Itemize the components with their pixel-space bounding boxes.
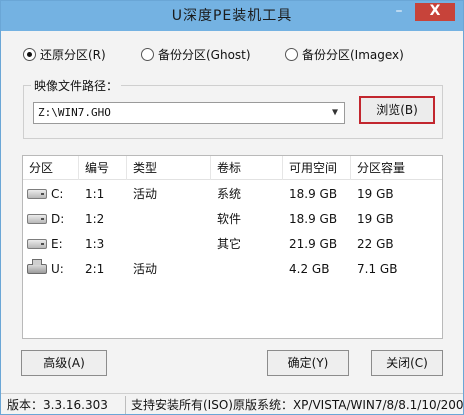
column-header-label[interactable]: 卷标 [211,156,283,180]
version-text: 版本：3.3.16.303 [7,398,108,412]
radio-label: 备份分区(Ghost) [158,47,251,62]
column-header-type[interactable]: 类型 [127,156,211,180]
partition-type [127,207,133,231]
table-row[interactable]: D: 1:2 软件 18.9 GB 19 GB [23,207,442,231]
image-path-label: 映像文件路径： [31,77,122,94]
table-row[interactable]: E: 1:3 其它 21.9 GB 22 GB [23,232,442,256]
close-window-button[interactable]: X [415,3,455,21]
partition-cell: D: [23,207,79,231]
column-header-number[interactable]: 编号 [79,156,127,180]
partition-letter: C: [51,187,64,201]
pe-installer-window: U深度PE装机工具 – X 还原分区(R) 备份分区(Ghost) 备份分区(I… [0,0,464,415]
partition-table: 分区 编号 类型 卷标 可用空间 分区容量 C: 1:1 活动 系统 18.9 … [22,155,443,339]
partition-type [127,232,133,256]
column-header-free-space[interactable]: 可用空间 [283,156,351,180]
partition-number: 1:2 [85,212,105,226]
status-divider [125,396,126,414]
radio-restore-partition[interactable]: 还原分区(R) [23,43,106,65]
partition-free-space: 18.9 GB [289,187,338,201]
radio-label: 还原分区(R) [40,47,106,62]
image-path-value: Z:\WIN7.GHO [38,106,111,119]
radio-button[interactable] [285,47,298,61]
partition-free-space: 18.9 GB [289,212,338,226]
partition-letter: E: [51,237,63,251]
column-header-partition[interactable]: 分区 [23,156,79,180]
partition-volume-label: 系统 [217,187,242,201]
table-row[interactable]: C: 1:1 活动 系统 18.9 GB 19 GB [23,182,442,206]
partition-letter: D: [51,212,65,226]
partition-number: 1:3 [85,237,105,251]
support-text: 支持安装所有(ISO)原版系统：XP/VISTA/WIN7/8/8.1/10/2… [131,398,463,412]
radio-button[interactable] [141,47,154,61]
hard-drive-icon [27,239,47,249]
radio-backup-imagex[interactable]: 备份分区(Imagex) [285,43,404,65]
status-bar: 版本：3.3.16.303 支持安装所有(ISO)原版系统：XP/VISTA/W… [1,393,463,414]
column-header-capacity[interactable]: 分区容量 [351,156,442,180]
partition-number: 2:1 [85,262,105,276]
partition-cell: U: [23,257,79,281]
hard-drive-icon [27,214,47,224]
partition-capacity: 19 GB [357,187,394,201]
hard-drive-icon [27,189,47,199]
partition-volume-label: 其它 [217,237,242,251]
radio-label: 备份分区(Imagex) [302,47,404,62]
table-row[interactable]: U: 2:1 活动 4.2 GB 7.1 GB [23,257,442,281]
image-path-select[interactable]: Z:\WIN7.GHO ▼ [33,102,345,124]
chevron-down-icon[interactable]: ▼ [328,103,342,123]
close-button[interactable]: 关闭(C) [371,350,443,376]
ok-button[interactable]: 确定(Y) [267,350,349,376]
radio-backup-ghost[interactable]: 备份分区(Ghost) [141,43,251,65]
title-bar[interactable]: U深度PE装机工具 – X [1,1,463,31]
radio-button-selected[interactable] [23,47,36,61]
partition-capacity: 19 GB [357,212,394,226]
partition-type: 活动 [133,262,158,276]
usb-drive-icon [27,259,47,274]
partition-letter: U: [51,262,64,276]
partition-free-space: 4.2 GB [289,262,330,276]
table-header: 分区 编号 类型 卷标 可用空间 分区容量 [23,156,442,180]
minimize-button[interactable]: – [387,3,411,21]
partition-capacity: 7.1 GB [357,262,398,276]
browse-button[interactable]: 浏览(B) [359,96,435,124]
partition-cell: C: [23,182,79,206]
partition-type: 活动 [133,187,158,201]
partition-volume-label: 软件 [217,212,242,226]
partition-capacity: 22 GB [357,237,394,251]
partition-volume-label [211,257,217,281]
partition-cell: E: [23,232,79,256]
partition-free-space: 21.9 GB [289,237,338,251]
partition-number: 1:1 [85,187,105,201]
advanced-button[interactable]: 高级(A) [21,350,107,376]
